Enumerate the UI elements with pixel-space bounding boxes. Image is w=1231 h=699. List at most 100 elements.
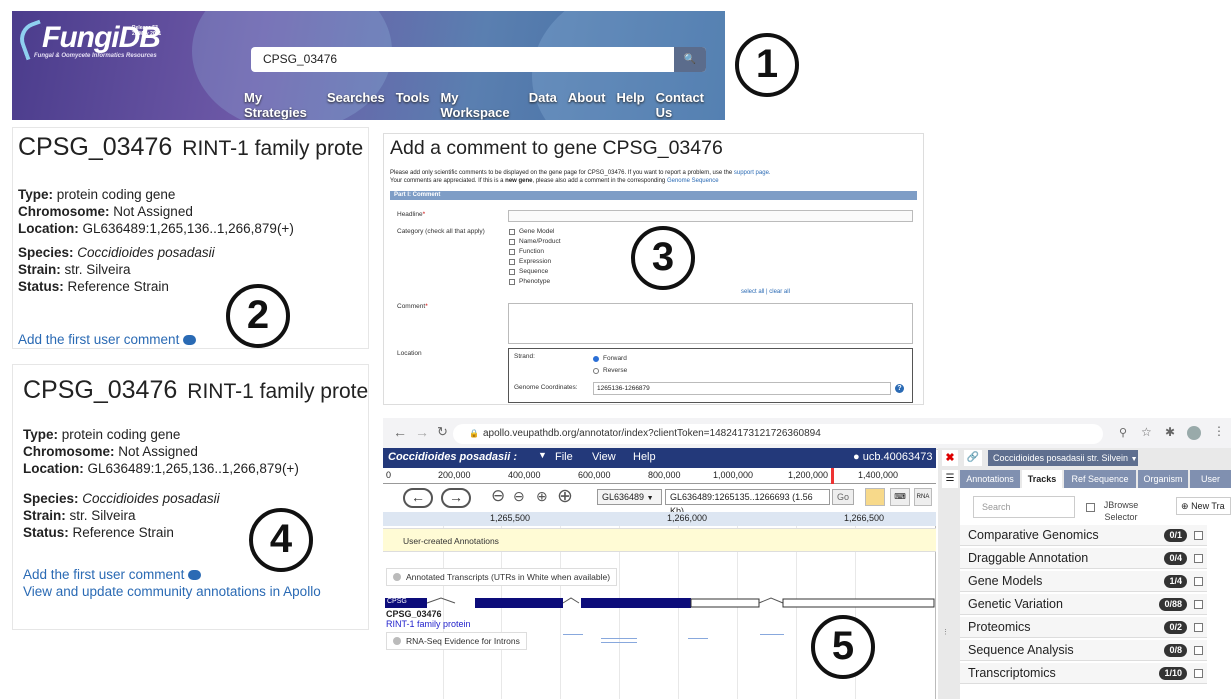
utr[interactable]: [690, 598, 760, 608]
track-category-genetic-variation[interactable]: Genetic Variation 0/88: [960, 594, 1207, 615]
tab-user[interactable]: User: [1190, 470, 1231, 488]
category-sequence[interactable]: Sequence: [509, 267, 561, 277]
site-search[interactable]: CPSG_03476 🔍: [251, 47, 706, 72]
track-category-sequence-analysis[interactable]: Sequence Analysis 0/8: [960, 640, 1207, 661]
checkbox[interactable]: [509, 239, 515, 245]
category-function[interactable]: Function: [509, 247, 561, 257]
new-track-button[interactable]: ⊕ New Tra: [1176, 497, 1231, 515]
close-track-icon[interactable]: [393, 637, 401, 645]
rnaseq-feature[interactable]: [688, 638, 708, 639]
support-page-link[interactable]: support page.: [734, 170, 771, 176]
track-category-checkbox[interactable]: [1194, 600, 1203, 609]
location-input[interactable]: GL636489:1265135..1266693 (1.56 Kb): [665, 489, 830, 516]
checkbox[interactable]: [509, 269, 515, 275]
track-category-name[interactable]: Sequence Analysis: [968, 643, 1074, 657]
nav-my-strategies[interactable]: My Strategies: [244, 90, 316, 120]
add-comment-label[interactable]: Add the first user comment: [23, 567, 184, 582]
highlight-icon[interactable]: [865, 488, 885, 506]
nav-help[interactable]: Help: [616, 90, 644, 120]
nav-contact-us[interactable]: Contact Us: [656, 90, 714, 120]
search-icon[interactable]: 🔍: [674, 47, 706, 72]
rnaseq-feature[interactable]: [563, 634, 583, 635]
category-expression[interactable]: Expression: [509, 257, 561, 267]
checkbox[interactable]: [509, 279, 515, 285]
tab-organism[interactable]: Organism: [1138, 470, 1188, 488]
search-input[interactable]: CPSG_03476: [263, 52, 337, 66]
genome-sequence-link[interactable]: Genome Sequence: [667, 178, 719, 184]
track-category-checkbox[interactable]: [1194, 577, 1203, 586]
comment-textarea[interactable]: [508, 303, 913, 344]
nav-searches[interactable]: Searches: [327, 90, 385, 120]
back-arrow-icon[interactable]: ←: [393, 424, 407, 440]
coords-input[interactable]: 1265136-1266879: [593, 382, 891, 395]
chevron-down-icon[interactable]: ▼: [538, 450, 547, 460]
rna-icon[interactable]: RNA: [914, 488, 932, 506]
add-comment-link[interactable]: Add the first user comment: [23, 567, 202, 582]
rnaseq-feature[interactable]: [760, 634, 784, 635]
track-category-checkbox[interactable]: [1194, 646, 1203, 655]
help-icon[interactable]: ?: [895, 384, 904, 393]
annotated-transcripts-label[interactable]: Annotated Transcripts (UTRs in White whe…: [386, 568, 618, 586]
exon[interactable]: [475, 598, 563, 608]
close-track-icon[interactable]: [393, 573, 401, 581]
strand-forward-radio[interactable]: Forward: [593, 354, 627, 364]
organism-select-value[interactable]: Coccidioides posadasii str. Silvein: [993, 453, 1128, 463]
link-icon[interactable]: 🔗: [964, 450, 982, 466]
track-category-checkbox[interactable]: [1194, 669, 1203, 678]
radio-selected[interactable]: [593, 356, 599, 362]
checkbox[interactable]: [509, 259, 515, 265]
exon[interactable]: [581, 598, 691, 608]
category-gene-model[interactable]: Gene Model: [509, 227, 561, 237]
track-category-name[interactable]: Gene Models: [968, 574, 1042, 588]
menu-help[interactable]: Help: [633, 451, 656, 463]
tab-ref-sequence[interactable]: Ref Sequence: [1064, 470, 1136, 488]
splitter-handle-icon[interactable]: ⋮: [942, 628, 949, 636]
overview-ruler[interactable]: 0 200,000 400,000 600,000 800,000 1,000,…: [383, 468, 936, 484]
track-category-checkbox[interactable]: [1194, 554, 1203, 563]
category-phenotype[interactable]: Phenotype: [509, 277, 561, 287]
gene-label[interactable]: CPSG_03476: [386, 609, 442, 619]
new-track-label[interactable]: New Tra: [1191, 501, 1225, 511]
pan-left-icon[interactable]: ←: [403, 488, 433, 508]
track-category-draggable-annotation[interactable]: Draggable Annotation 0/4: [960, 548, 1207, 569]
menu-file[interactable]: File: [555, 451, 573, 463]
address-bar[interactable]: 🔒 apollo.veupathdb.org/annotator/index?cl…: [453, 424, 1103, 444]
organism-select[interactable]: Coccidioides posadasii str. Silvein ▼: [988, 450, 1138, 466]
utr[interactable]: [782, 598, 935, 608]
menu-view[interactable]: View: [592, 451, 616, 463]
jbrowse-checkbox[interactable]: [1086, 503, 1095, 512]
go-button[interactable]: Go: [832, 489, 854, 505]
forward-arrow-icon[interactable]: →: [415, 424, 429, 440]
menu-dots-icon[interactable]: ⋮: [1213, 424, 1225, 438]
reload-icon[interactable]: ↻: [437, 424, 448, 440]
track-category-name[interactable]: Transcriptomics: [968, 666, 1056, 680]
rnaseq-feature[interactable]: [601, 642, 637, 643]
keyboard-icon[interactable]: ⌨: [890, 488, 910, 506]
strand-reverse-radio[interactable]: Reverse: [593, 366, 627, 376]
nav-data[interactable]: Data: [529, 90, 557, 120]
zoom-out-icon[interactable]: ⊖: [513, 488, 525, 505]
bookmark-star-icon[interactable]: ☆: [1141, 425, 1152, 439]
profile-avatar[interactable]: [1187, 426, 1201, 440]
track-category-gene-models[interactable]: Gene Models 1/4: [960, 571, 1207, 592]
track-category-name[interactable]: Draggable Annotation: [968, 551, 1088, 565]
track-category-comparative-genomics[interactable]: Comparative Genomics 0/1: [960, 525, 1207, 546]
user-annotations-track[interactable]: User-created Annotations: [383, 528, 936, 552]
track-category-checkbox[interactable]: [1194, 623, 1203, 632]
zoom-icon[interactable]: ⚲: [1119, 426, 1127, 439]
apollo-link[interactable]: View and update community annotations in…: [23, 584, 321, 599]
select-all-clear-all-links[interactable]: select all | clear all: [741, 289, 790, 295]
rnaseq-track-label[interactable]: RNA-Seq Evidence for Introns: [386, 632, 527, 650]
checkbox[interactable]: [509, 229, 515, 235]
track-category-name[interactable]: Comparative Genomics: [968, 528, 1099, 542]
rnaseq-feature[interactable]: [601, 638, 637, 639]
url-text[interactable]: apollo.veupathdb.org/annotator/index?cli…: [483, 428, 821, 439]
track-category-transcriptomics[interactable]: Transcriptomics 1/10: [960, 663, 1207, 684]
user-menu[interactable]: ● ucb.40063473: [853, 451, 932, 463]
tab-annotations[interactable]: Annotations: [960, 470, 1020, 488]
add-comment-label[interactable]: Add the first user comment: [18, 332, 179, 347]
list-icon[interactable]: ☰: [942, 470, 958, 488]
zoom-out-large-icon[interactable]: ⊖: [491, 486, 505, 506]
organism-name[interactable]: Coccidioides posadasii :: [388, 451, 517, 463]
user-name[interactable]: ucb.40063473: [863, 451, 933, 463]
